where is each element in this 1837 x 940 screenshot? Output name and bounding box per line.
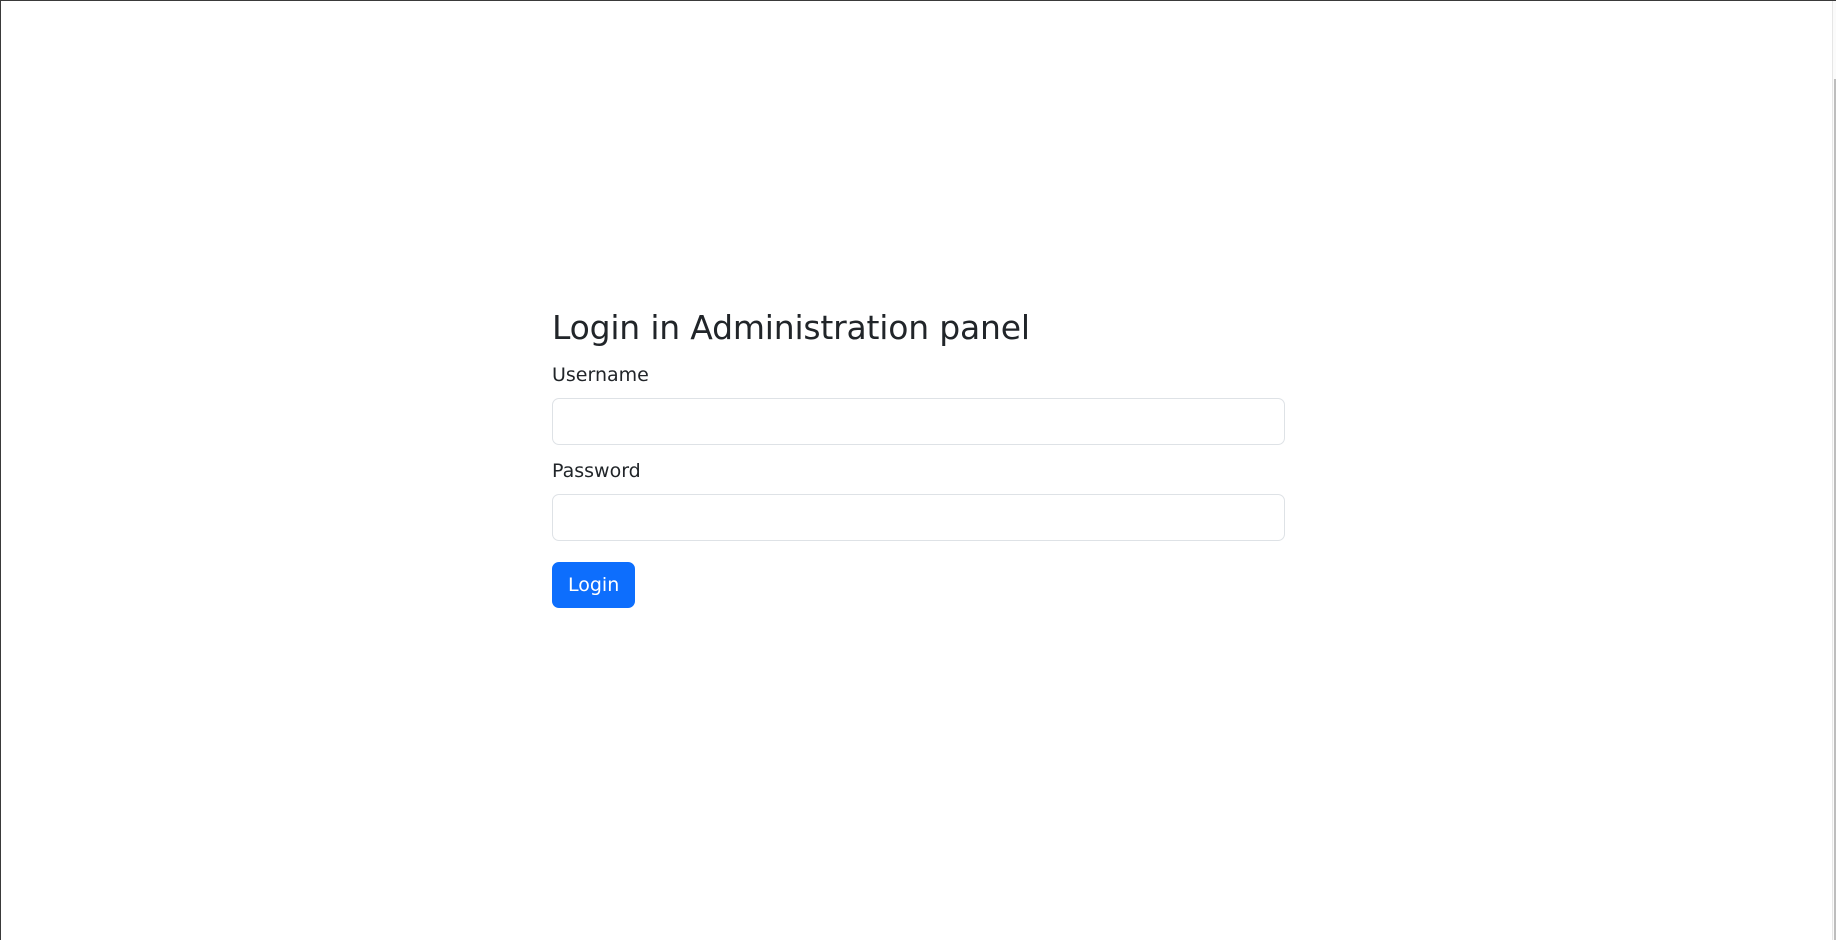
password-group: Password: [552, 458, 1285, 541]
scrollbar-thumb[interactable]: [1834, 79, 1836, 940]
username-group: Username: [552, 362, 1285, 445]
login-button[interactable]: Login: [552, 562, 636, 608]
browser-viewport: Login in Administration panel Username P…: [0, 0, 1836, 940]
password-label: Password: [552, 460, 641, 482]
username-input[interactable]: [552, 398, 1285, 445]
vertical-scrollbar[interactable]: [1832, 1, 1836, 940]
username-label: Username: [552, 364, 649, 386]
login-form: Login in Administration panel Username P…: [552, 303, 1285, 608]
page-title: Login in Administration panel: [552, 308, 1030, 347]
password-input[interactable]: [552, 494, 1285, 541]
